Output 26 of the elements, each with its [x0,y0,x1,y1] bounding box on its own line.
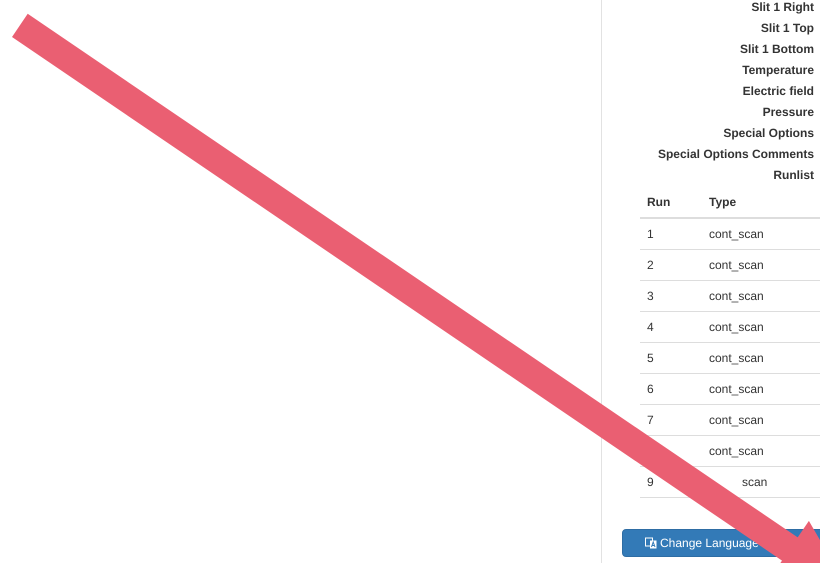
field-label: Temperature [742,62,814,79]
table-cell: cont_scan [702,404,820,436]
table-cell: 6 [640,374,702,404]
table-cell: 3 [640,280,702,312]
table-cell: 5 [640,342,702,374]
table-cell: 1 [640,218,702,250]
table-cell: cont_scan [702,280,820,312]
translate-icon [645,537,657,549]
field-label: Special Options Comments [658,146,814,163]
table-cell: 4 [640,312,702,342]
field-label: Electric field [742,83,814,100]
field-label: Slit 1 Top [760,20,814,37]
table-cell: cont_scan [702,436,820,466]
table-cell: cont_scan [702,342,820,374]
field-label: Slit 1 Bottom [740,41,814,58]
field-label: Slit 1 Right [751,0,814,16]
table-cell: 2 [640,250,702,280]
table-cell: cont_scan [702,250,820,280]
table-cell: cont_scan [702,312,820,342]
field-label: Runlist [773,167,814,184]
table-cell: cont_scan [702,218,820,250]
field-label: Special Options [723,125,814,142]
field-label: Pressure [762,104,814,121]
table-cell: cont_scan [702,374,820,404]
column-header: Type [702,186,820,218]
column-header: Run [640,186,702,218]
